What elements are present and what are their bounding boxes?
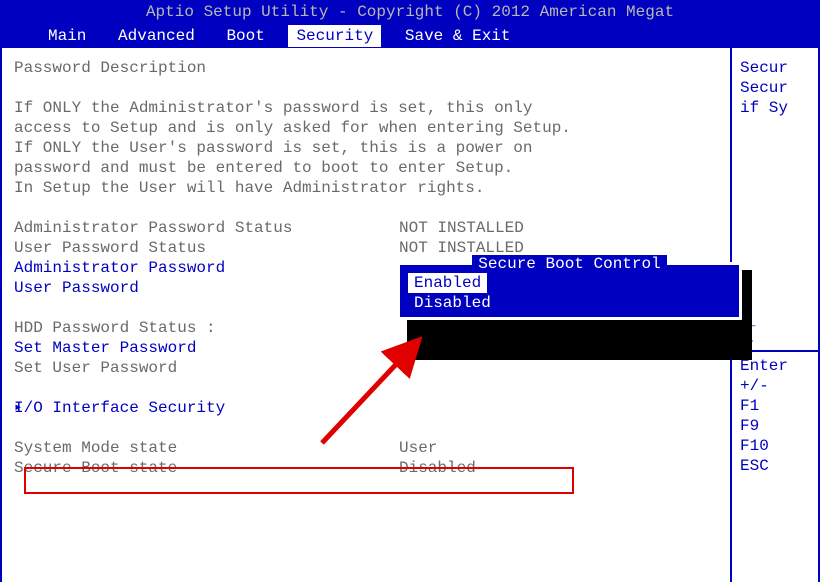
help-line: if Sy (740, 98, 814, 118)
secure-boot-control-row[interactable]: Secure Boot Control [Disabled] (14, 498, 718, 518)
admin-pw-status-label: Administrator Password Status (14, 218, 399, 238)
description-line: access to Setup and is only asked for wh… (14, 118, 718, 138)
popup-option-enabled[interactable]: Enabled (408, 273, 487, 293)
main-panel: Password Description If ONLY the Adminis… (2, 48, 732, 582)
io-interface-security[interactable]: I/O Interface Security (14, 399, 225, 417)
secure-boot-state-value: Disabled (399, 458, 476, 478)
help-line: Secur (740, 58, 814, 78)
description-line: password and must be entered to boot to … (14, 158, 718, 178)
menu-main[interactable]: Main (40, 25, 94, 47)
secure-boot-state-row: Secure Boot state Disabled (14, 458, 718, 478)
help-key: F10 (740, 436, 814, 456)
menu-advanced[interactable]: Advanced (110, 25, 203, 47)
help-key: ESC (740, 456, 814, 476)
menu-boot[interactable]: Boot (218, 25, 272, 47)
system-mode-label: System Mode state (14, 438, 399, 458)
bios-body: Password Description If ONLY the Adminis… (0, 48, 820, 582)
help-key: +/- (740, 376, 814, 396)
help-line: Secur (740, 78, 814, 98)
description-line: In Setup the User will have Administrato… (14, 178, 718, 198)
system-mode-value: User (399, 438, 437, 458)
description-line: If ONLY the Administrator's password is … (14, 98, 718, 118)
menu-security[interactable]: Security (288, 25, 381, 47)
secure-boot-state-label: Secure Boot state (14, 458, 399, 478)
bios-menubar: Main Advanced Boot Security Save & Exit (0, 24, 820, 48)
bios-title-text: Aptio Setup Utility - Copyright (C) 2012… (146, 3, 674, 21)
set-user-pw[interactable]: Set User Password (14, 358, 718, 378)
section-heading: Password Description (14, 58, 718, 78)
menu-save-exit[interactable]: Save & Exit (397, 25, 519, 47)
popup-frame: Secure Boot Control Enabled Disabled (397, 262, 742, 320)
admin-pw-status-row: Administrator Password Status NOT INSTAL… (14, 218, 718, 238)
admin-pw-status-value: NOT INSTALLED (399, 218, 524, 238)
submenu-marker-icon: ▸ (14, 398, 22, 418)
bios-title-bar: Aptio Setup Utility - Copyright (C) 2012… (0, 0, 820, 24)
user-pw-status-label: User Password Status (14, 238, 399, 258)
popup-option-disabled[interactable]: Disabled (408, 294, 497, 312)
secure-boot-control-value: [Disabled] (399, 498, 495, 518)
help-key: F9 (740, 416, 814, 436)
popup-title: Secure Boot Control (472, 255, 666, 273)
description-line: If ONLY the User's password is set, this… (14, 138, 718, 158)
secure-boot-popup: Secure Boot Control Enabled Disabled (397, 262, 772, 320)
system-mode-row: System Mode state User (14, 438, 718, 458)
help-key: F1 (740, 396, 814, 416)
secure-boot-control-label: Secure Boot Control (14, 498, 399, 518)
